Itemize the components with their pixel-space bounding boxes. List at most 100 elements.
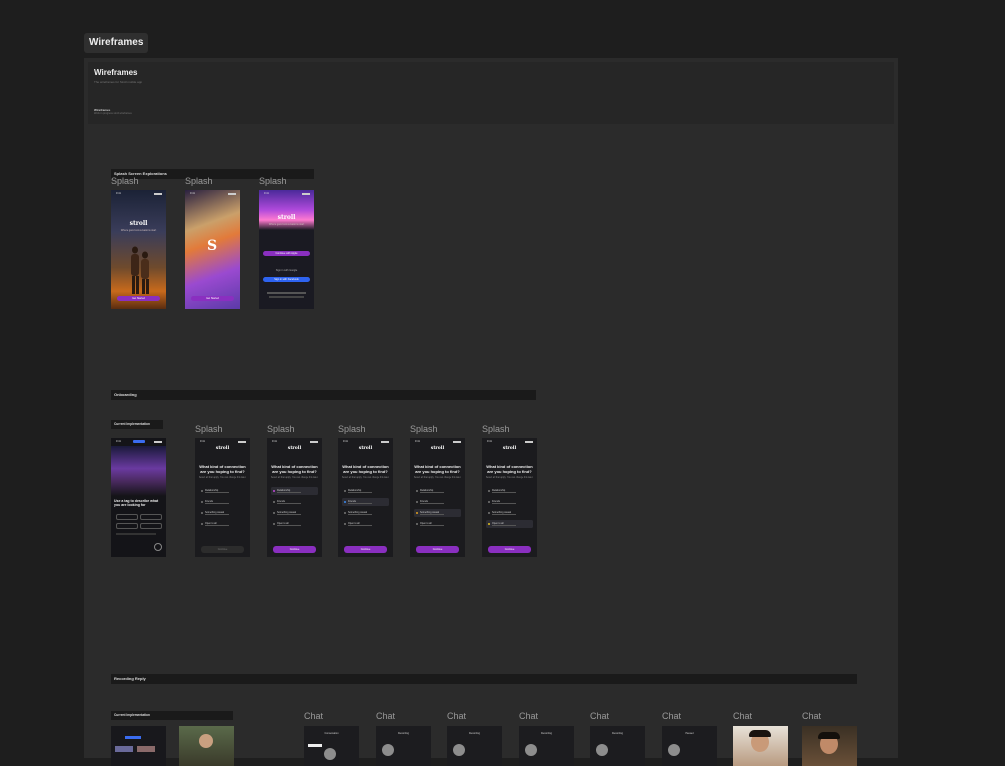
chat-avatar bbox=[382, 744, 394, 756]
get-started-button[interactable]: Get Started bbox=[117, 296, 160, 301]
page-tab-wireframes[interactable]: Wireframes bbox=[84, 33, 149, 53]
logo-s-icon: S bbox=[207, 238, 218, 254]
board-header bbox=[88, 62, 894, 124]
chat-avatar bbox=[324, 748, 336, 760]
frame-label-chat-3[interactable]: Chat bbox=[447, 711, 466, 721]
onboarding-phone-2[interactable]: 9:41 stroll What kind of connection are … bbox=[267, 438, 322, 557]
splash-phone-3[interactable]: 9:41 stroll Where good conversations sta… bbox=[259, 190, 314, 309]
status-bar: 9:41 bbox=[338, 440, 393, 443]
chat-phone-2[interactable]: Recording bbox=[376, 726, 431, 766]
input-line[interactable] bbox=[116, 533, 156, 535]
frame-label-splash-1[interactable]: Splash bbox=[111, 176, 139, 186]
battery-icon bbox=[154, 441, 162, 443]
status-time: 9:41 bbox=[116, 192, 121, 195]
option-item[interactable]: Friends bbox=[342, 498, 389, 506]
chat-phone-8[interactable] bbox=[802, 726, 857, 766]
board-title: Wireframes bbox=[94, 68, 138, 77]
tag-chip[interactable] bbox=[116, 523, 138, 529]
continue-button[interactable]: Continue bbox=[344, 546, 387, 553]
option-item[interactable]: Open to all bbox=[271, 520, 318, 528]
option-item[interactable]: Friends bbox=[199, 498, 246, 506]
option-item[interactable]: Something casual bbox=[486, 509, 533, 517]
continue-button[interactable]: Continue bbox=[273, 546, 316, 553]
google-signin-link[interactable]: Sign in with Google bbox=[259, 269, 314, 272]
option-item[interactable]: Relationship bbox=[199, 487, 246, 495]
question-text: What kind of connection are you hoping t… bbox=[271, 464, 318, 474]
option-item[interactable]: Relationship bbox=[486, 487, 533, 495]
frame-label-splash-3[interactable]: Splash bbox=[259, 176, 287, 186]
recording-current-phone-1[interactable] bbox=[111, 726, 166, 766]
frame-label-chat-6[interactable]: Chat bbox=[662, 711, 681, 721]
splash-phone-2[interactable]: 9:41 S Get Started bbox=[185, 190, 240, 309]
chat-header: Recording bbox=[541, 732, 552, 735]
frame-label-chat-7[interactable]: Chat bbox=[733, 711, 752, 721]
battery-icon bbox=[453, 441, 461, 443]
question-subtitle: Select all that apply. You can change th… bbox=[270, 477, 319, 479]
option-item[interactable]: Open to all bbox=[414, 520, 461, 528]
option-item[interactable]: Something casual bbox=[342, 509, 389, 517]
section-bar-recording-reply: Recording Reply bbox=[111, 674, 857, 684]
battery-icon bbox=[310, 441, 318, 443]
next-arrow-icon[interactable] bbox=[154, 543, 162, 551]
option-item[interactable]: Friends bbox=[486, 498, 533, 506]
frame-label-chat-1[interactable]: Chat bbox=[304, 711, 323, 721]
frame-label-splash-2[interactable]: Splash bbox=[185, 176, 213, 186]
option-item[interactable]: Friends bbox=[414, 498, 461, 506]
chat-phone-3[interactable]: Recording bbox=[447, 726, 502, 766]
chat-phone-6[interactable]: Paused bbox=[662, 726, 717, 766]
option-item[interactable]: Friends bbox=[271, 498, 318, 506]
question-text: What kind of connection are you hoping t… bbox=[486, 464, 533, 474]
frame-label-chat-4[interactable]: Chat bbox=[519, 711, 538, 721]
frame-label-onboarding-1[interactable]: Splash bbox=[195, 424, 223, 434]
option-item[interactable]: Open to all bbox=[486, 520, 533, 528]
chat-phone-4[interactable]: Recording bbox=[519, 726, 574, 766]
onboarding-phone-5[interactable]: 9:41 stroll What kind of connection are … bbox=[482, 438, 537, 557]
status-time: 9:41 bbox=[415, 440, 420, 443]
face-photo bbox=[199, 734, 213, 748]
continue-button[interactable]: Continue bbox=[416, 546, 459, 553]
battery-icon bbox=[381, 441, 389, 443]
continue-button[interactable]: Continue bbox=[488, 546, 531, 553]
tag-chip[interactable] bbox=[116, 514, 138, 520]
continue-button[interactable]: Continue bbox=[201, 546, 244, 553]
continue-apple-button[interactable]: Continue with Apple bbox=[263, 251, 310, 256]
onboarding-phone-3[interactable]: 9:41 stroll What kind of connection are … bbox=[338, 438, 393, 557]
chat-phone-5[interactable]: Recording bbox=[590, 726, 645, 766]
tag-chip[interactable] bbox=[140, 523, 162, 529]
option-item[interactable]: Something casual bbox=[414, 509, 461, 517]
tagline: Where good conversations start bbox=[120, 229, 157, 232]
chat-avatar bbox=[668, 744, 680, 756]
option-item[interactable]: Relationship bbox=[414, 487, 461, 495]
chat-header: Paused bbox=[685, 732, 694, 735]
chat-avatar bbox=[596, 744, 608, 756]
option-item[interactable]: Open to all bbox=[342, 520, 389, 528]
tag-chip[interactable] bbox=[140, 514, 162, 520]
recording-current-phone-2[interactable] bbox=[179, 726, 234, 766]
splash-phone-1[interactable]: 9:41 stroll Where good conversations sta… bbox=[111, 190, 166, 309]
onboarding-phone-1[interactable]: 9:41 stroll What kind of connection are … bbox=[195, 438, 250, 557]
chat-phone-7[interactable] bbox=[733, 726, 788, 766]
status-bar: 9:41 bbox=[410, 440, 465, 443]
status-bar: 9:41 bbox=[185, 192, 240, 195]
frame-label-chat-5[interactable]: Chat bbox=[590, 711, 609, 721]
onboarding-phone-4[interactable]: 9:41 stroll What kind of connection are … bbox=[410, 438, 465, 557]
onboarding-current-phone[interactable]: 9:41 Use a tag to describe what you are … bbox=[111, 438, 166, 557]
get-started-button[interactable]: Get Started bbox=[191, 296, 234, 301]
status-time: 9:41 bbox=[116, 440, 121, 443]
frame-label-chat-8[interactable]: Chat bbox=[802, 711, 821, 721]
chat-phone-1[interactable]: Conversation bbox=[304, 726, 359, 766]
frame-label-onboarding-2[interactable]: Splash bbox=[267, 424, 295, 434]
option-item[interactable]: Relationship bbox=[342, 487, 389, 495]
option-item[interactable]: Open to all bbox=[199, 520, 246, 528]
frame-label-onboarding-4[interactable]: Splash bbox=[410, 424, 438, 434]
option-item[interactable]: Something casual bbox=[199, 509, 246, 517]
question-text: What kind of connection are you hoping t… bbox=[342, 464, 389, 474]
frame-label-chat-2[interactable]: Chat bbox=[376, 711, 395, 721]
option-item[interactable]: Something casual bbox=[271, 509, 318, 517]
option-item[interactable]: Relationship bbox=[271, 487, 318, 495]
facebook-signin-button[interactable]: Sign in with Facebook bbox=[263, 277, 310, 282]
header-pill bbox=[125, 736, 141, 739]
frame-label-onboarding-3[interactable]: Splash bbox=[338, 424, 366, 434]
question-text: What kind of connection are you hoping t… bbox=[414, 464, 461, 474]
frame-label-onboarding-5[interactable]: Splash bbox=[482, 424, 510, 434]
